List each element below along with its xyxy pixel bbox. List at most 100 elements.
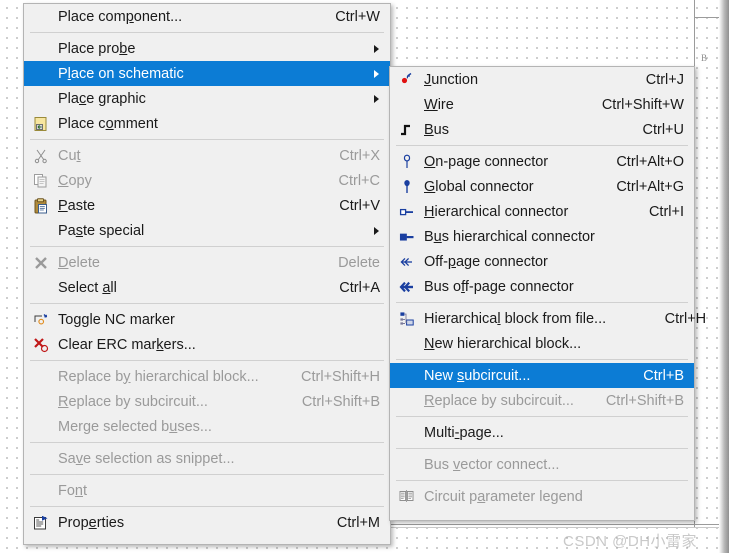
menu-item-bus-off-page-connector[interactable]: Bus off-page connector [390, 274, 694, 299]
no-icon-placeholder [28, 6, 54, 28]
menu-item-wire[interactable]: Wire Ctrl+Shift+W [390, 92, 694, 117]
chevron-right-icon [370, 226, 382, 235]
menu-item-shortcut: Ctrl+Shift+B [301, 393, 380, 410]
comment-icon [28, 113, 54, 135]
menu-item-shortcut: Ctrl+I [648, 203, 684, 220]
menu-item-properties[interactable]: Properties Ctrl+M [24, 510, 390, 535]
chevron-right-icon [370, 44, 382, 53]
no-icon-placeholder [394, 390, 420, 412]
menu-item-on-page-connector[interactable]: On-page connector Ctrl+Alt+O [390, 149, 694, 174]
menu-item-label: Bus off-page connector [424, 278, 574, 295]
menu-item-hierarchical-block-from-file[interactable]: Hierarchical block from file... Ctrl+H [390, 306, 706, 331]
menu-separator [30, 139, 384, 140]
menu-item-replace-by-subcircuit: Replace by subcircuit... Ctrl+Shift+B [390, 388, 694, 413]
menu-item-label: Select all [58, 279, 117, 296]
menu-item-label: Hierarchical connector [424, 203, 569, 220]
menu-separator [30, 246, 384, 247]
no-icon-placeholder [394, 94, 420, 116]
place-on-schematic-submenu[interactable]: Junction Ctrl+J Wire Ctrl+Shift+W Bus Ctrl+U O… [389, 66, 706, 521]
menu-item-bus-vector-connect: Bus vector connect... [390, 452, 694, 477]
menu-item-label: Delete [58, 254, 100, 271]
menu-item-delete: Delete Delete [24, 250, 390, 275]
menu-item-label: Font [58, 482, 88, 499]
sheet-zone-letter: B [701, 53, 708, 63]
menu-separator [396, 448, 688, 449]
menu-separator [30, 506, 384, 507]
menu-item-multi-page[interactable]: Multi-page... [390, 420, 694, 445]
scissors-icon [28, 145, 54, 167]
menu-item-toggle-nc-marker[interactable]: Toggle NC marker [24, 307, 390, 332]
menu-item-label: Paste special [58, 222, 145, 239]
menu-separator [30, 360, 384, 361]
menu-item-replace-by-subcircuit: Replace by subcircuit... Ctrl+Shift+B [24, 389, 390, 414]
sheet-border-horizontal-bottom-2 [382, 527, 729, 528]
no-icon-placeholder [28, 416, 54, 438]
menu-item-label: Clear ERC markers... [58, 336, 196, 353]
menu-item-label: Replace by hierarchical block... [58, 368, 259, 385]
menu-item-place-comment[interactable]: Place comment [24, 111, 390, 136]
menu-item-paste[interactable]: Paste Ctrl+V [24, 193, 390, 218]
menu-item-bus-hierarchical-connector[interactable]: Bus hierarchical connector [390, 224, 694, 249]
menu-separator [30, 442, 384, 443]
menu-item-new-subcircuit[interactable]: New subcircuit... Ctrl+B [390, 363, 694, 388]
menu-item-new-hierarchical-block[interactable]: New hierarchical block... [390, 331, 694, 356]
properties-icon [28, 512, 54, 534]
no-icon-placeholder [28, 220, 54, 242]
menu-item-place-probe[interactable]: Place probe [24, 36, 390, 61]
menu-item-global-connector[interactable]: Global connector Ctrl+Alt+G [390, 174, 694, 199]
menu-separator [396, 480, 688, 481]
clipboard-icon [28, 195, 54, 217]
menu-item-label: Place on schematic [58, 65, 184, 82]
junction-icon [394, 69, 420, 91]
menu-item-label: Hierarchical block from file... [424, 310, 607, 327]
menu-item-place-component[interactable]: Place component... Ctrl+W [24, 4, 390, 29]
menu-item-shortcut: Ctrl+W [335, 8, 380, 25]
no-icon-placeholder [394, 422, 420, 444]
off-page-connector-icon [394, 251, 420, 273]
menu-item-replace-by-hierarchical-block: Replace by hierarchical block... Ctrl+Shi… [24, 364, 390, 389]
menu-item-shortcut: Ctrl+M [336, 514, 380, 531]
bus-hierarchical-connector-icon [394, 226, 420, 248]
menu-item-label: Cut [58, 147, 81, 164]
menu-item-label: Place graphic [58, 90, 146, 107]
menu-item-label: Junction [424, 71, 479, 88]
no-icon-placeholder [28, 448, 54, 470]
menu-item-shortcut: Ctrl+U [642, 121, 685, 138]
menu-item-shortcut: Ctrl+C [338, 172, 381, 189]
chevron-right-icon [370, 94, 382, 103]
circuit-legend-icon [394, 486, 420, 508]
hierarchical-block-icon [394, 308, 420, 330]
menu-item-shortcut: Ctrl+H [664, 310, 707, 327]
menu-item-label: Multi-page... [424, 424, 504, 441]
menu-item-place-graphic[interactable]: Place graphic [24, 86, 390, 111]
menu-item-label: Save selection as snippet... [58, 450, 235, 467]
menu-item-shortcut: Ctrl+Shift+H [301, 368, 380, 385]
menu-item-off-page-connector[interactable]: Off-page connector [390, 249, 694, 274]
menu-item-shortcut: Ctrl+A [339, 279, 380, 296]
menu-item-junction[interactable]: Junction Ctrl+J [390, 67, 694, 92]
context-menu[interactable]: Place component... Ctrl+W Place probe Place… [23, 3, 391, 545]
menu-item-bus[interactable]: Bus Ctrl+U [390, 117, 694, 142]
menu-item-clear-erc-markers[interactable]: Clear ERC markers... [24, 332, 390, 357]
menu-separator [396, 145, 688, 146]
menu-separator [30, 474, 384, 475]
no-icon-placeholder [28, 366, 54, 388]
no-icon-placeholder [394, 333, 420, 355]
menu-item-hierarchical-connector[interactable]: Hierarchical connector Ctrl+I [390, 199, 694, 224]
menu-item-label: Off-page connector [424, 253, 548, 270]
no-icon-placeholder [28, 391, 54, 413]
menu-item-shortcut: Ctrl+Shift+W [601, 96, 684, 113]
menu-item-circuit-parameter-legend: Circuit parameter legend [390, 484, 694, 509]
menu-item-select-all[interactable]: Select all Ctrl+A [24, 275, 390, 300]
menu-item-place-on-schematic[interactable]: Place on schematic [24, 61, 390, 86]
no-icon-placeholder [394, 365, 420, 387]
menu-separator [396, 416, 688, 417]
menu-item-shortcut: Ctrl+Shift+B [605, 392, 684, 409]
sheet-border-horizontal-bottom [382, 524, 729, 525]
window-edge-shadow [719, 0, 729, 553]
menu-item-label: Circuit parameter legend [424, 488, 583, 505]
copy-icon [28, 170, 54, 192]
menu-item-font: Font [24, 478, 390, 503]
menu-item-paste-special[interactable]: Paste special [24, 218, 390, 243]
menu-item-save-selection-as-snippet: Save selection as snippet... [24, 446, 390, 471]
